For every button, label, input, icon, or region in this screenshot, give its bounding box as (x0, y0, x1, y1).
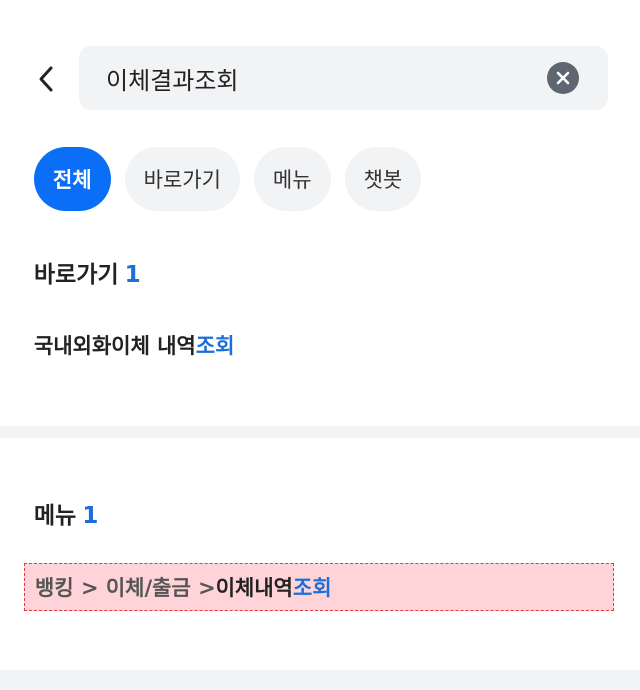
tab-chatbot[interactable]: 챗봇 (344, 147, 422, 211)
menu-result-item[interactable]: 뱅킹 > 이체/출금 > 이체내역 조회 (24, 563, 614, 611)
back-button[interactable] (34, 63, 58, 95)
menu-section-title: 메뉴 1 (34, 496, 98, 530)
section-title-text: 메뉴 (34, 503, 77, 529)
shortcut-label: 국내외화이체 내역 (34, 334, 196, 358)
menu-match-highlight: 조회 (293, 576, 332, 600)
section-count: 1 (124, 262, 141, 288)
section-divider (0, 426, 640, 438)
section-count: 1 (82, 503, 99, 529)
tab-menu[interactable]: 메뉴 (253, 147, 331, 211)
section-title-text: 바로가기 (34, 262, 119, 288)
clear-search-button[interactable] (547, 62, 579, 94)
filter-tabs: 전체 바로가기 메뉴 챗봇 (34, 147, 422, 211)
tab-shortcuts[interactable]: 바로가기 (124, 147, 240, 211)
menu-leaf-label: 이체내역 (215, 576, 293, 600)
shortcut-result-item[interactable]: 국내외화이체 내역조회 (34, 330, 235, 360)
search-input[interactable] (104, 63, 528, 93)
chevron-left-icon (39, 66, 53, 92)
shortcut-match-highlight: 조회 (195, 334, 235, 358)
search-header (0, 0, 640, 130)
menu-breadcrumb: 뱅킹 > 이체/출금 > (35, 576, 216, 600)
section-divider (0, 670, 640, 690)
search-field (79, 46, 608, 110)
tab-all[interactable]: 전체 (34, 147, 111, 211)
close-icon (556, 71, 570, 85)
shortcuts-section-title: 바로가기 1 (34, 255, 141, 289)
